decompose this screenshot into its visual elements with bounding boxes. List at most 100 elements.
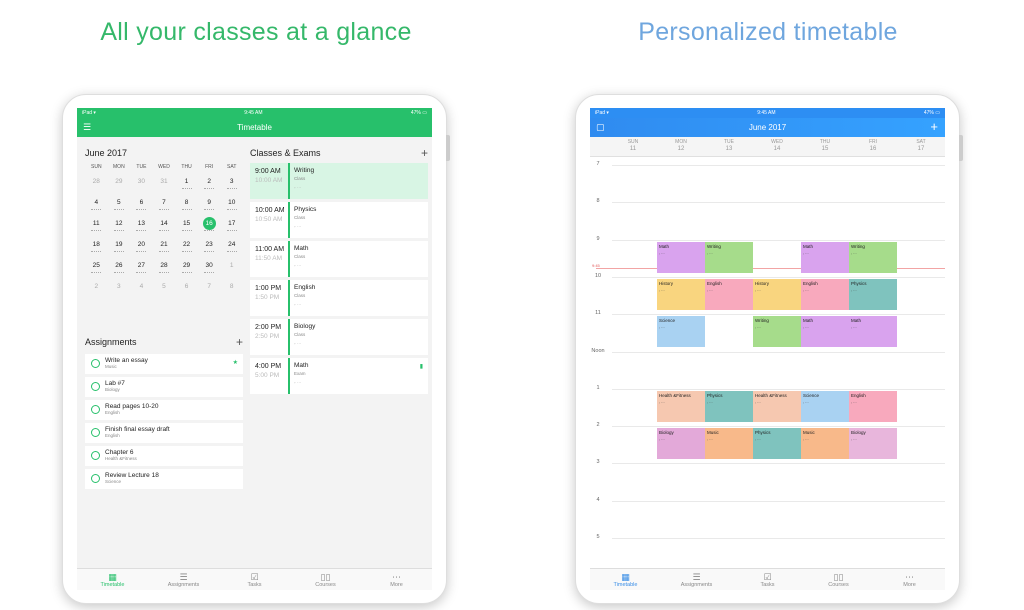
week-day-header[interactable]: SUN 11 bbox=[609, 139, 657, 153]
class-block[interactable]: Physics ◦ ··· bbox=[849, 278, 897, 310]
calendar-day[interactable]: 24 bbox=[220, 237, 243, 258]
class-block[interactable]: Math ◦ ··· bbox=[801, 241, 849, 273]
tab-more[interactable]: ⋯ More bbox=[885, 572, 935, 588]
menu-icon[interactable]: ☰ bbox=[83, 122, 91, 133]
tab-more[interactable]: ⋯ More bbox=[372, 572, 422, 588]
checkbox-icon[interactable] bbox=[91, 428, 100, 437]
class-block[interactable]: Writing ◦ ··· bbox=[753, 316, 801, 348]
tab-courses[interactable]: ▯▯ Courses bbox=[301, 572, 351, 588]
calendar-day[interactable]: 29 bbox=[175, 258, 198, 279]
assignment-item[interactable]: Read pages 10-20 English bbox=[85, 400, 243, 420]
class-block[interactable]: Music ◦ ··· bbox=[801, 428, 849, 460]
calendar-day[interactable]: 23 bbox=[198, 237, 221, 258]
add-class-icon[interactable]: + bbox=[421, 147, 428, 159]
calendar-day[interactable]: 27 bbox=[130, 258, 153, 279]
calendar-day[interactable]: 12 bbox=[108, 216, 131, 237]
class-block[interactable]: History ◦ ··· bbox=[753, 278, 801, 310]
calendar-day[interactable]: 3 bbox=[220, 174, 243, 195]
calendar-day[interactable]: 5 bbox=[108, 195, 131, 216]
assignment-item[interactable]: Write an essay Music ★ bbox=[85, 354, 243, 374]
class-block[interactable]: Writing ◦ ··· bbox=[705, 241, 753, 273]
class-block[interactable]: Math ◦ ··· bbox=[801, 316, 849, 348]
class-item[interactable]: 4:00 PM 5:00 PM Math Exam ◦ ··· ▮ bbox=[250, 358, 428, 394]
calendar-day[interactable]: 21 bbox=[153, 237, 176, 258]
calendar-day[interactable]: 3 bbox=[108, 279, 131, 300]
calendar-day[interactable]: 15 bbox=[175, 216, 198, 237]
class-item[interactable]: 2:00 PM 2:50 PM Biology Class ◦ ··· bbox=[250, 319, 428, 355]
class-block[interactable]: English ◦ ··· bbox=[705, 278, 753, 310]
checkbox-icon[interactable] bbox=[91, 359, 100, 368]
calendar-day[interactable]: 1 bbox=[220, 258, 243, 279]
calendar-day[interactable]: 7 bbox=[198, 279, 221, 300]
calendar-day[interactable]: 8 bbox=[220, 279, 243, 300]
calendar-day[interactable]: 11 bbox=[85, 216, 108, 237]
class-block[interactable]: Health &Fitness ◦ ··· bbox=[657, 390, 705, 422]
assignment-item[interactable]: Chapter 6 Health &Fitness bbox=[85, 446, 243, 466]
calendar-day[interactable]: 17 bbox=[220, 216, 243, 237]
calendar-day[interactable]: 4 bbox=[130, 279, 153, 300]
tab-tasks[interactable]: ☑ Tasks bbox=[230, 572, 280, 588]
class-item[interactable]: 1:00 PM 1:50 PM English Class ◦ ··· bbox=[250, 280, 428, 316]
class-block[interactable]: Science ◦ ··· bbox=[657, 316, 705, 348]
calendar-day[interactable]: 19 bbox=[108, 237, 131, 258]
class-block[interactable]: Writing ◦ ··· bbox=[849, 241, 897, 273]
assignment-item[interactable]: Lab #7 Biology bbox=[85, 377, 243, 397]
class-block[interactable]: English ◦ ··· bbox=[801, 278, 849, 310]
class-block[interactable]: Music ◦ ··· bbox=[705, 428, 753, 460]
assignment-item[interactable]: Review Lecture 18 Science bbox=[85, 469, 243, 489]
calendar-day[interactable]: 8 bbox=[175, 195, 198, 216]
class-item[interactable]: 10:00 AM 10:50 AM Physics Class ◦ ··· bbox=[250, 202, 428, 238]
calendar-icon[interactable]: ▢ bbox=[596, 122, 605, 133]
week-day-header[interactable]: THU 15 bbox=[801, 139, 849, 153]
calendar-day[interactable]: 6 bbox=[130, 195, 153, 216]
calendar-day[interactable]: 2 bbox=[85, 279, 108, 300]
week-day-header[interactable]: SAT 17 bbox=[897, 139, 945, 153]
class-item[interactable]: 11:00 AM 11:50 AM Math Class ◦ ··· bbox=[250, 241, 428, 277]
calendar-day-selected[interactable]: 16 bbox=[198, 216, 221, 237]
checkbox-icon[interactable] bbox=[91, 451, 100, 460]
class-block[interactable]: Math ◦ ··· bbox=[849, 316, 897, 348]
week-day-header[interactable]: MON 12 bbox=[657, 139, 705, 153]
class-block[interactable]: Math ◦ ··· bbox=[657, 241, 705, 273]
calendar-day[interactable]: 25 bbox=[85, 258, 108, 279]
calendar-day[interactable]: 13 bbox=[130, 216, 153, 237]
calendar-day[interactable]: 18 bbox=[85, 237, 108, 258]
calendar-day[interactable]: 7 bbox=[153, 195, 176, 216]
class-block[interactable]: English ◦ ··· bbox=[849, 390, 897, 422]
calendar-day[interactable]: 28 bbox=[153, 258, 176, 279]
week-day-header[interactable]: FRI 16 bbox=[849, 139, 897, 153]
class-block[interactable]: Physics ◦ ··· bbox=[705, 390, 753, 422]
class-block[interactable]: Science ◦ ··· bbox=[801, 390, 849, 422]
calendar-day[interactable]: 28 bbox=[85, 174, 108, 195]
tab-timetable[interactable]: ▦ Timetable bbox=[601, 572, 651, 588]
calendar-day[interactable]: 9 bbox=[198, 195, 221, 216]
class-block[interactable]: Biology ◦ ··· bbox=[657, 428, 705, 460]
add-assignment-icon[interactable]: + bbox=[236, 336, 243, 348]
class-block[interactable]: History ◦ ··· bbox=[657, 278, 705, 310]
calendar-day[interactable]: 22 bbox=[175, 237, 198, 258]
assignment-item[interactable]: Finish final essay draft English bbox=[85, 423, 243, 443]
calendar-day[interactable]: 10 bbox=[220, 195, 243, 216]
calendar-day[interactable]: 14 bbox=[153, 216, 176, 237]
calendar-day[interactable]: 4 bbox=[85, 195, 108, 216]
class-item[interactable]: 9:00 AM 10:00 AM Writing Class ◦ ··· bbox=[250, 163, 428, 199]
class-block[interactable]: Biology ◦ ··· bbox=[849, 428, 897, 460]
tab-assignments[interactable]: ☰ Assignments bbox=[159, 572, 209, 588]
calendar-day[interactable]: 26 bbox=[108, 258, 131, 279]
class-block[interactable]: Health &Fitness ◦ ··· bbox=[753, 390, 801, 422]
calendar-day[interactable]: 30 bbox=[130, 174, 153, 195]
tab-courses[interactable]: ▯▯ Courses bbox=[814, 572, 864, 588]
tab-timetable[interactable]: ▦ Timetable bbox=[88, 572, 138, 588]
calendar-day[interactable]: 29 bbox=[108, 174, 131, 195]
tab-assignments[interactable]: ☰ Assignments bbox=[672, 572, 722, 588]
calendar-day[interactable]: 31 bbox=[153, 174, 176, 195]
week-day-header[interactable]: WED 14 bbox=[753, 139, 801, 153]
add-icon[interactable]: + bbox=[930, 119, 938, 135]
tab-tasks[interactable]: ☑ Tasks bbox=[743, 572, 793, 588]
checkbox-icon[interactable] bbox=[91, 474, 100, 483]
calendar-day[interactable]: 6 bbox=[175, 279, 198, 300]
calendar-day[interactable]: 2 bbox=[198, 174, 221, 195]
checkbox-icon[interactable] bbox=[91, 405, 100, 414]
week-day-header[interactable]: TUE 13 bbox=[705, 139, 753, 153]
class-block[interactable]: Physics ◦ ··· bbox=[753, 428, 801, 460]
